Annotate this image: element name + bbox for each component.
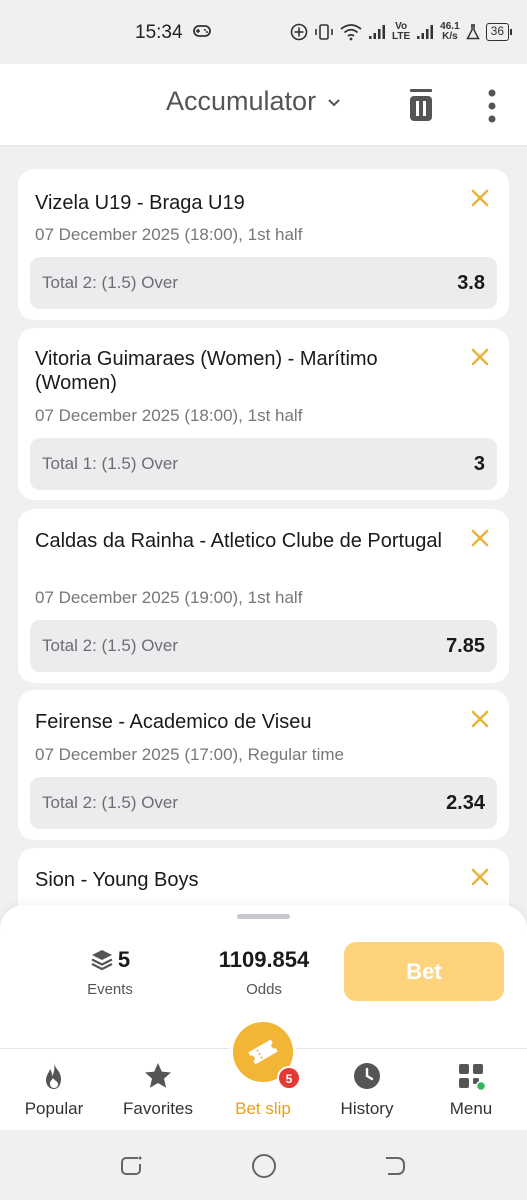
status-bar: 15:34 Vo LTE 46.1 K/s 36: [0, 0, 527, 64]
nav-favorites-label: Favorites: [123, 1099, 193, 1118]
market-label: Total 2: (1.5) Over: [42, 636, 179, 655]
system-nav-bar: [0, 1130, 527, 1200]
odds-label: Odds: [246, 981, 282, 998]
flame-icon: [46, 1063, 61, 1089]
total-odds: 1109.854: [218, 947, 310, 972]
nav-popular[interactable]: Popular: [4, 1049, 104, 1131]
match-name: Vizela U19 - Braga U19: [35, 192, 245, 214]
signal-icon: [369, 25, 386, 39]
close-icon[interactable]: [469, 527, 491, 549]
trash-icon[interactable]: [407, 88, 435, 122]
market-label: Total 2: (1.5) Over: [42, 793, 179, 812]
odds-value: 3.8: [457, 271, 485, 294]
bet-card: Feirense - Academico de Viseu 07 Decembe…: [18, 690, 509, 840]
layers-icon: [91, 950, 113, 971]
status-icons: Vo LTE 46.1 K/s 36: [290, 18, 513, 46]
match-datetime: 07 December 2025 (19:00), 1st half: [35, 588, 303, 607]
drag-handle[interactable]: [237, 914, 290, 919]
market-label: Total 2: (1.5) Over: [42, 273, 179, 292]
match-datetime: 07 December 2025 (18:00), 1st half: [35, 225, 303, 244]
nav-favorites[interactable]: Favorites: [108, 1049, 208, 1131]
network-speed: 46.1 K/s: [440, 22, 459, 42]
nav-history-label: History: [340, 1099, 394, 1118]
nav-history[interactable]: History: [317, 1049, 417, 1131]
match-name: Feirense - Academico de Viseu: [35, 711, 312, 733]
match-datetime: 07 December 2025 (18:00), 1st half: [35, 406, 303, 425]
battery-indicator: 36: [485, 23, 513, 41]
odds-value: 7.85: [446, 634, 485, 657]
flask-icon: [465, 24, 480, 40]
page-title: Accumulator: [166, 86, 317, 116]
match-name: Caldas da Rainha - Atletico Clube de Por…: [35, 530, 442, 552]
close-icon[interactable]: [469, 346, 491, 368]
close-icon[interactable]: [469, 187, 491, 209]
nav-bet-slip-label: Bet slip: [235, 1099, 291, 1118]
bet-slip-count-badge: 5: [277, 1066, 301, 1090]
bet-selection: Total 2: (1.5) Over 3.8: [30, 257, 497, 309]
events-count: 5: [117, 947, 131, 972]
close-icon[interactable]: [469, 866, 491, 888]
volte-bottom: LTE: [392, 31, 411, 42]
chevron-down-icon: [328, 98, 340, 106]
recent-apps-icon[interactable]: [118, 1152, 146, 1180]
bet-selection: Total 1: (1.5) Over 3: [30, 438, 497, 490]
grid-menu-icon: [459, 1064, 486, 1091]
bet-card: Vizela U19 - Braga U19 07 December 2025 …: [18, 169, 509, 320]
odds-value: 2.34: [446, 791, 485, 814]
nav-popular-label: Popular: [24, 1099, 84, 1118]
wifi-icon: [340, 24, 362, 41]
vibrate-icon: [315, 24, 333, 40]
odds-value: 3: [473, 452, 485, 475]
back-icon[interactable]: [382, 1152, 410, 1180]
match-name: Vitoria Guimaraes (Women) - Marítimo (Wo…: [35, 348, 378, 394]
home-icon[interactable]: [250, 1152, 278, 1180]
bet-card: Caldas da Rainha - Atletico Clube de Por…: [18, 509, 509, 683]
close-icon[interactable]: [469, 708, 491, 730]
signal-icon-2: [417, 25, 434, 39]
ticket-icon: [248, 1039, 278, 1065]
bet-card: Vitoria Guimaraes (Women) - Marítimo (Wo…: [18, 328, 509, 500]
match-name: Sion - Young Boys: [35, 869, 199, 891]
bet-type-dropdown[interactable]: Accumulator: [166, 86, 342, 117]
gamepad-icon: [193, 25, 211, 37]
more-vertical-icon[interactable]: [480, 88, 504, 124]
volte-indicator: Vo LTE: [392, 22, 410, 42]
market-label: Total 1: (1.5) Over: [42, 454, 179, 473]
network-speed-unit: K/s: [442, 31, 458, 42]
status-time: 15:34: [135, 22, 183, 43]
nav-menu-label: Menu: [449, 1099, 493, 1118]
match-datetime: 07 December 2025 (17:00), Regular time: [35, 745, 344, 764]
bet-selection: Total 2: (1.5) Over 2.34: [30, 777, 497, 829]
nav-menu[interactable]: Menu: [421, 1049, 521, 1131]
odds-summary: 1109.854 Odds: [200, 947, 328, 998]
place-bet-button[interactable]: Bet: [344, 942, 504, 1001]
app-header: Accumulator: [0, 64, 527, 146]
data-saver-icon: [290, 23, 308, 41]
events-label: Events: [87, 981, 133, 998]
events-summary: 5 Events: [80, 947, 140, 998]
bet-selection: Total 2: (1.5) Over 7.85: [30, 620, 497, 672]
star-icon: [145, 1063, 171, 1088]
clock-icon: [354, 1063, 380, 1089]
